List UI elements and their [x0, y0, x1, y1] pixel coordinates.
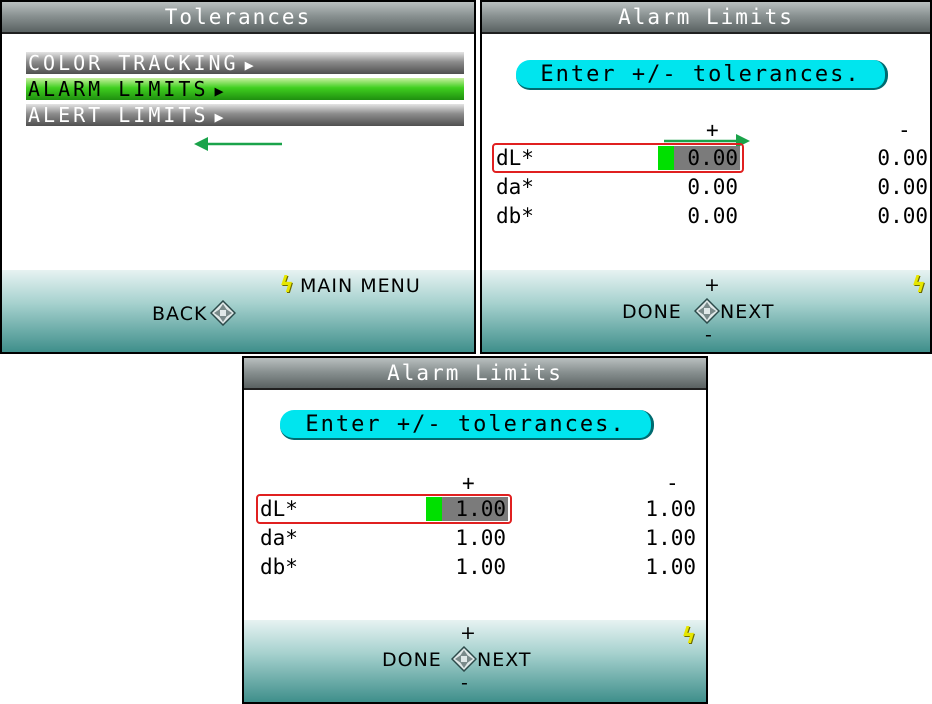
submenu-arrow-icon: ▶ [214, 82, 224, 100]
screen-title: Alarm Limits [482, 2, 930, 34]
minus-value-input[interactable]: 0.00 [848, 146, 928, 170]
plus-value-input[interactable]: 1.00 [436, 555, 506, 579]
minus-value-input[interactable]: 1.00 [616, 555, 696, 579]
screen-title: Alarm Limits [244, 358, 706, 390]
annotation-arrow-icon [194, 137, 282, 151]
minus-column-header: - [898, 118, 911, 142]
menu-item-label: ALERT LIMITS [28, 103, 209, 127]
minus-value-input[interactable]: 0.00 [848, 175, 928, 199]
next-button[interactable]: NEXT [720, 301, 775, 323]
plus-value-input[interactable]: 1.00 [436, 497, 506, 521]
main-menu-button[interactable]: MAIN MENU [300, 275, 421, 297]
plus-value-input[interactable]: 0.00 [668, 204, 738, 228]
row-label: dL* [496, 146, 534, 170]
plus-value-input[interactable]: 0.00 [668, 175, 738, 199]
tolerances-screen: Tolerances COLOR TRACKING ▶ ALARM LIMITS ▶… [0, 0, 476, 354]
plus-value-input[interactable]: 1.00 [436, 526, 506, 550]
row-label: da* [260, 526, 298, 550]
lightning-bolt-icon: ϟ [280, 273, 294, 298]
menu-item-color-tracking[interactable]: COLOR TRACKING ▶ [26, 52, 464, 74]
row-label: db* [496, 204, 534, 228]
back-button[interactable]: BACK [152, 303, 207, 325]
lightning-bolt-icon: ϟ [682, 624, 696, 649]
lightning-bolt-icon: ϟ [912, 273, 926, 298]
plus-column-header: + [462, 471, 475, 495]
dpad-icon[interactable] [210, 300, 236, 326]
prompt-banner: Enter +/- tolerances. [280, 410, 654, 440]
minus-value-input[interactable]: 0.00 [848, 204, 928, 228]
dpad-icon[interactable] [694, 298, 720, 324]
minus-value-input[interactable]: 1.00 [616, 497, 696, 521]
next-button[interactable]: NEXT [477, 649, 532, 671]
increment-key[interactable]: + [460, 622, 477, 644]
row-label: db* [260, 555, 298, 579]
plus-value-input[interactable]: 0.00 [668, 146, 738, 170]
increment-key[interactable]: + [704, 274, 721, 296]
decrement-key[interactable]: - [705, 324, 713, 346]
softkey-bar: ϟ + DONE NEXT - [482, 270, 930, 352]
done-button[interactable]: DONE [382, 649, 442, 671]
submenu-arrow-icon: ▶ [214, 108, 224, 126]
dpad-icon[interactable] [451, 646, 477, 672]
alarm-limits-screen-updated: Alarm Limits Enter +/- tolerances. + - d… [242, 356, 708, 704]
submenu-arrow-icon: ▶ [244, 56, 254, 74]
softkey-bar: ϟ + DONE NEXT - [244, 620, 706, 702]
minus-column-header: - [666, 471, 679, 495]
row-label: da* [496, 175, 534, 199]
prompt-banner: Enter +/- tolerances. [516, 60, 888, 90]
menu-item-label: ALARM LIMITS [28, 77, 209, 101]
screen-title: Tolerances [2, 2, 474, 34]
done-button[interactable]: DONE [622, 301, 682, 323]
row-label: dL* [260, 497, 298, 521]
alarm-limits-screen-initial: Alarm Limits Enter +/- tolerances. + - d… [480, 0, 932, 354]
minus-value-input[interactable]: 1.00 [616, 526, 696, 550]
menu-item-label: COLOR TRACKING [28, 51, 239, 75]
menu-item-alarm-limits[interactable]: ALARM LIMITS ▶ [26, 78, 464, 100]
softkey-bar: ϟ MAIN MENU BACK [2, 270, 474, 352]
menu-item-alert-limits[interactable]: ALERT LIMITS ▶ [26, 104, 464, 126]
decrement-key[interactable]: - [461, 672, 469, 694]
